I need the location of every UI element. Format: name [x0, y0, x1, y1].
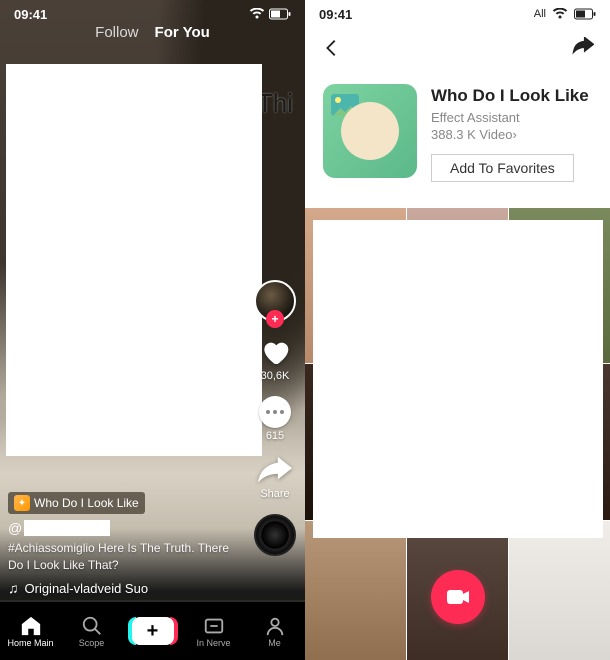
effect-title: Who Do I Look Like [431, 86, 592, 106]
sound-row[interactable]: ♫ Original-vladveid Suo [8, 580, 235, 596]
bottom-nav: Home Main Scope + In Nerve Me [0, 602, 305, 660]
create-button: + [132, 617, 174, 645]
battery-icon [574, 8, 596, 20]
phone-right-effect-detail: 09:41 All Who Do I Look Like Effect Assi… [305, 0, 610, 660]
heart-icon [259, 336, 291, 368]
grid-tile[interactable] [305, 521, 406, 660]
right-action-rail: + 30,6K 615 Share [251, 280, 299, 556]
video-info-overlay: ✦ Who Do I Look Like @ #Achiassomiglio H… [8, 492, 235, 596]
effect-header: Who Do I Look Like Effect Assistant 388.… [305, 84, 610, 182]
sound-disc[interactable] [254, 514, 296, 556]
username-redacted [24, 520, 110, 536]
share-label: Share [260, 488, 289, 500]
phone-left-feed: 09:41 Follow For You Thi + 30,6K [0, 0, 305, 660]
grid-tile[interactable] [509, 521, 610, 660]
back-button[interactable] [321, 37, 343, 59]
nav-home-label: Home Main [7, 638, 53, 648]
share-button[interactable]: Share [258, 456, 292, 500]
add-favorites-button[interactable]: Add To Favorites [431, 154, 574, 182]
inbox-icon [203, 615, 225, 637]
plus-icon: + [147, 620, 159, 643]
tab-for-you[interactable]: For You [155, 24, 210, 41]
effect-thumbnail[interactable] [323, 84, 417, 178]
record-button[interactable] [431, 570, 485, 624]
comment-button[interactable]: 615 [259, 396, 291, 442]
share-button-top[interactable] [572, 37, 594, 59]
profile-icon [264, 615, 286, 637]
effect-tag-label: Who Do I Look Like [34, 496, 139, 510]
redaction-overlay-right [313, 220, 603, 538]
camera-icon [446, 587, 470, 607]
thumb-face-icon [341, 102, 399, 160]
nav-search[interactable]: Scope [61, 615, 122, 648]
author-avatar[interactable]: + [254, 280, 296, 322]
effect-sparkle-icon: ✦ [14, 495, 30, 511]
comment-count: 615 [266, 430, 284, 442]
effect-overlay-text: Thi [257, 88, 293, 119]
nav-create[interactable]: + [122, 617, 183, 645]
home-icon [20, 615, 42, 637]
follow-plus-icon[interactable]: + [266, 310, 284, 328]
share-arrow-icon [258, 456, 292, 486]
effect-author[interactable]: Effect Assistant [431, 110, 592, 125]
topbar [305, 28, 610, 68]
status-bar-left: 09:41 [0, 0, 305, 24]
tab-follow[interactable]: Follow [95, 24, 138, 41]
video-caption[interactable]: #Achiassomiglio Here Is The Truth. There… [8, 540, 235, 574]
username-row[interactable]: @ [8, 520, 235, 536]
redaction-overlay-left [6, 64, 262, 456]
music-note-icon: ♫ [8, 580, 19, 596]
dual-phone-screenshot: 09:41 Follow For You Thi + 30,6K [0, 0, 610, 660]
effect-video-count[interactable]: 388.3 K Video› [431, 127, 592, 142]
nav-search-label: Scope [79, 638, 105, 648]
battery-icon [269, 8, 291, 20]
comment-icon [259, 396, 291, 428]
effect-meta: Who Do I Look Like Effect Assistant 388.… [431, 84, 592, 182]
feed-tabs: Follow For You [0, 24, 305, 41]
wifi-icon [249, 8, 265, 20]
wifi-icon [552, 8, 568, 20]
nav-inbox-label: In Nerve [196, 638, 230, 648]
sound-title: Original-vladveid Suo [25, 581, 149, 596]
carrier-label: All [534, 8, 546, 20]
username-at: @ [8, 520, 22, 536]
like-count: 30,6K [261, 370, 290, 382]
nav-inbox[interactable]: In Nerve [183, 615, 244, 648]
effect-tag[interactable]: ✦ Who Do I Look Like [8, 492, 145, 514]
nav-me[interactable]: Me [244, 615, 305, 648]
like-button[interactable]: 30,6K [259, 336, 291, 382]
status-time-right: 09:41 [319, 7, 352, 22]
nav-me-label: Me [268, 638, 281, 648]
nav-home[interactable]: Home Main [0, 615, 61, 648]
status-icons [249, 8, 291, 20]
status-time: 09:41 [14, 7, 47, 22]
search-icon [81, 615, 103, 637]
status-bar-right: 09:41 All [305, 0, 610, 24]
